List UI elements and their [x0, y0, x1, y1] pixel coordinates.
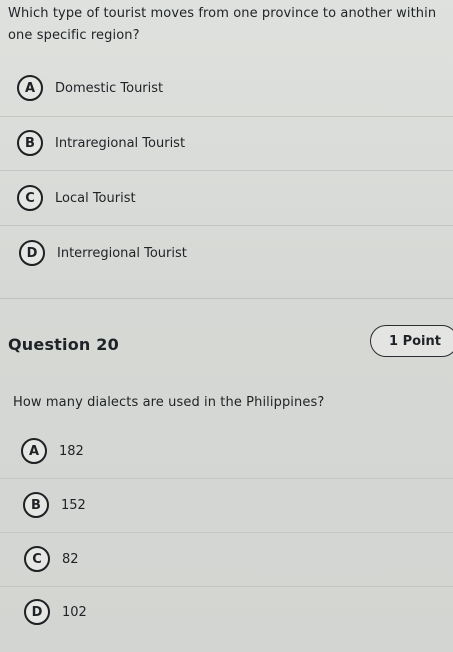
- option-divider: [0, 170, 453, 171]
- option-divider: [0, 116, 453, 117]
- q20-option-c-badge: C: [24, 546, 50, 572]
- q19-option-a-label: Domestic Tourist: [55, 80, 164, 96]
- q19-option-b-badge: B: [17, 130, 43, 156]
- points-badge: 1 Point: [370, 325, 453, 357]
- q20-option-b-badge: B: [23, 492, 49, 518]
- option-divider: [0, 532, 453, 533]
- q20-option-b-label: 152: [61, 497, 86, 513]
- q19-option-c-label: Local Tourist: [55, 190, 136, 206]
- q20-option-a-label: 182: [59, 443, 84, 459]
- q19-option-d-label: Interregional Tourist: [57, 245, 187, 261]
- question-20-text: How many dialects are used in the Philip…: [13, 395, 325, 410]
- q20-option-c[interactable]: C 82: [24, 544, 79, 574]
- option-divider: [0, 586, 453, 587]
- question-20-title: Question 20: [8, 335, 119, 354]
- q20-option-c-label: 82: [62, 551, 79, 567]
- q19-option-c[interactable]: C Local Tourist: [17, 183, 136, 213]
- q19-option-a[interactable]: A Domestic Tourist: [17, 73, 163, 103]
- q19-option-b-label: Intraregional Tourist: [55, 135, 186, 151]
- q20-option-a[interactable]: A 182: [21, 436, 84, 466]
- q20-option-d-label: 102: [62, 604, 87, 620]
- q20-option-d-badge: D: [24, 599, 50, 625]
- q19-option-c-badge: C: [17, 185, 43, 211]
- q19-option-b[interactable]: B Intraregional Tourist: [17, 128, 185, 158]
- q19-option-d[interactable]: D Interregional Tourist: [19, 238, 187, 268]
- question-19-text: Which type of tourist moves from one pro…: [8, 6, 437, 43]
- q19-option-a-badge: A: [17, 75, 43, 101]
- q20-option-d[interactable]: D 102: [24, 597, 87, 627]
- q20-option-a-badge: A: [21, 438, 47, 464]
- q20-option-b[interactable]: B 152: [23, 490, 86, 520]
- question-divider: [0, 298, 453, 299]
- quiz-page: Which type of tourist moves from one pro…: [0, 0, 453, 652]
- option-divider: [0, 225, 453, 226]
- q19-option-d-badge: D: [19, 240, 45, 266]
- option-divider: [0, 478, 453, 479]
